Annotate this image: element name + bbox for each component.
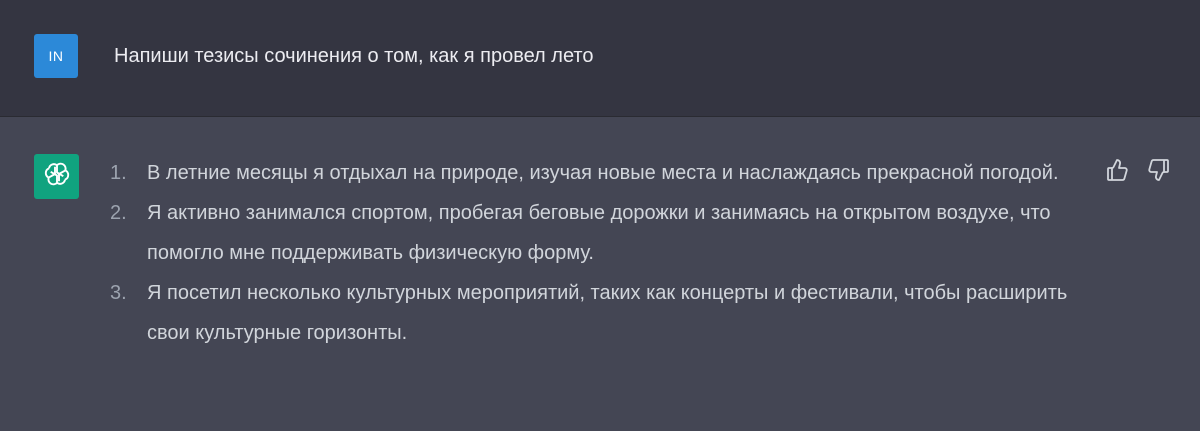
assistant-avatar [34, 154, 79, 199]
list-item: 1. В летние месяцы я отдыхал на природе,… [110, 153, 1070, 193]
openai-logo-icon [42, 159, 72, 194]
list-item: 2. Я активно занимался спортом, пробегая… [110, 193, 1070, 273]
list-item-text: Я активно занимался спортом, пробегая бе… [147, 202, 1051, 264]
user-message-row: IN Напиши тезисы сочинения о том, как я … [0, 0, 1200, 117]
user-message-text: Напиши тезисы сочинения о том, как я про… [114, 45, 594, 67]
thumbs-down-button[interactable] [1146, 158, 1172, 187]
list-item-number: 3. [110, 282, 127, 304]
list-item-number: 1. [110, 162, 127, 184]
list-item-number: 2. [110, 202, 127, 224]
thumbs-up-icon [1105, 158, 1129, 187]
thumbs-down-icon [1147, 158, 1171, 187]
assistant-message-row: 1. В летние месяцы я отдыхал на природе,… [0, 117, 1200, 431]
list-item: 3. Я посетил несколько культурных меропр… [110, 273, 1070, 353]
list-item-text: Я посетил несколько культурных мероприят… [147, 282, 1068, 344]
thumbs-up-button[interactable] [1104, 158, 1130, 187]
answer-list: 1. В летние месяцы я отдыхал на природе,… [110, 153, 1070, 353]
list-item-text: В летние месяцы я отдыхал на природе, из… [147, 162, 1059, 184]
user-avatar: IN [34, 34, 78, 78]
